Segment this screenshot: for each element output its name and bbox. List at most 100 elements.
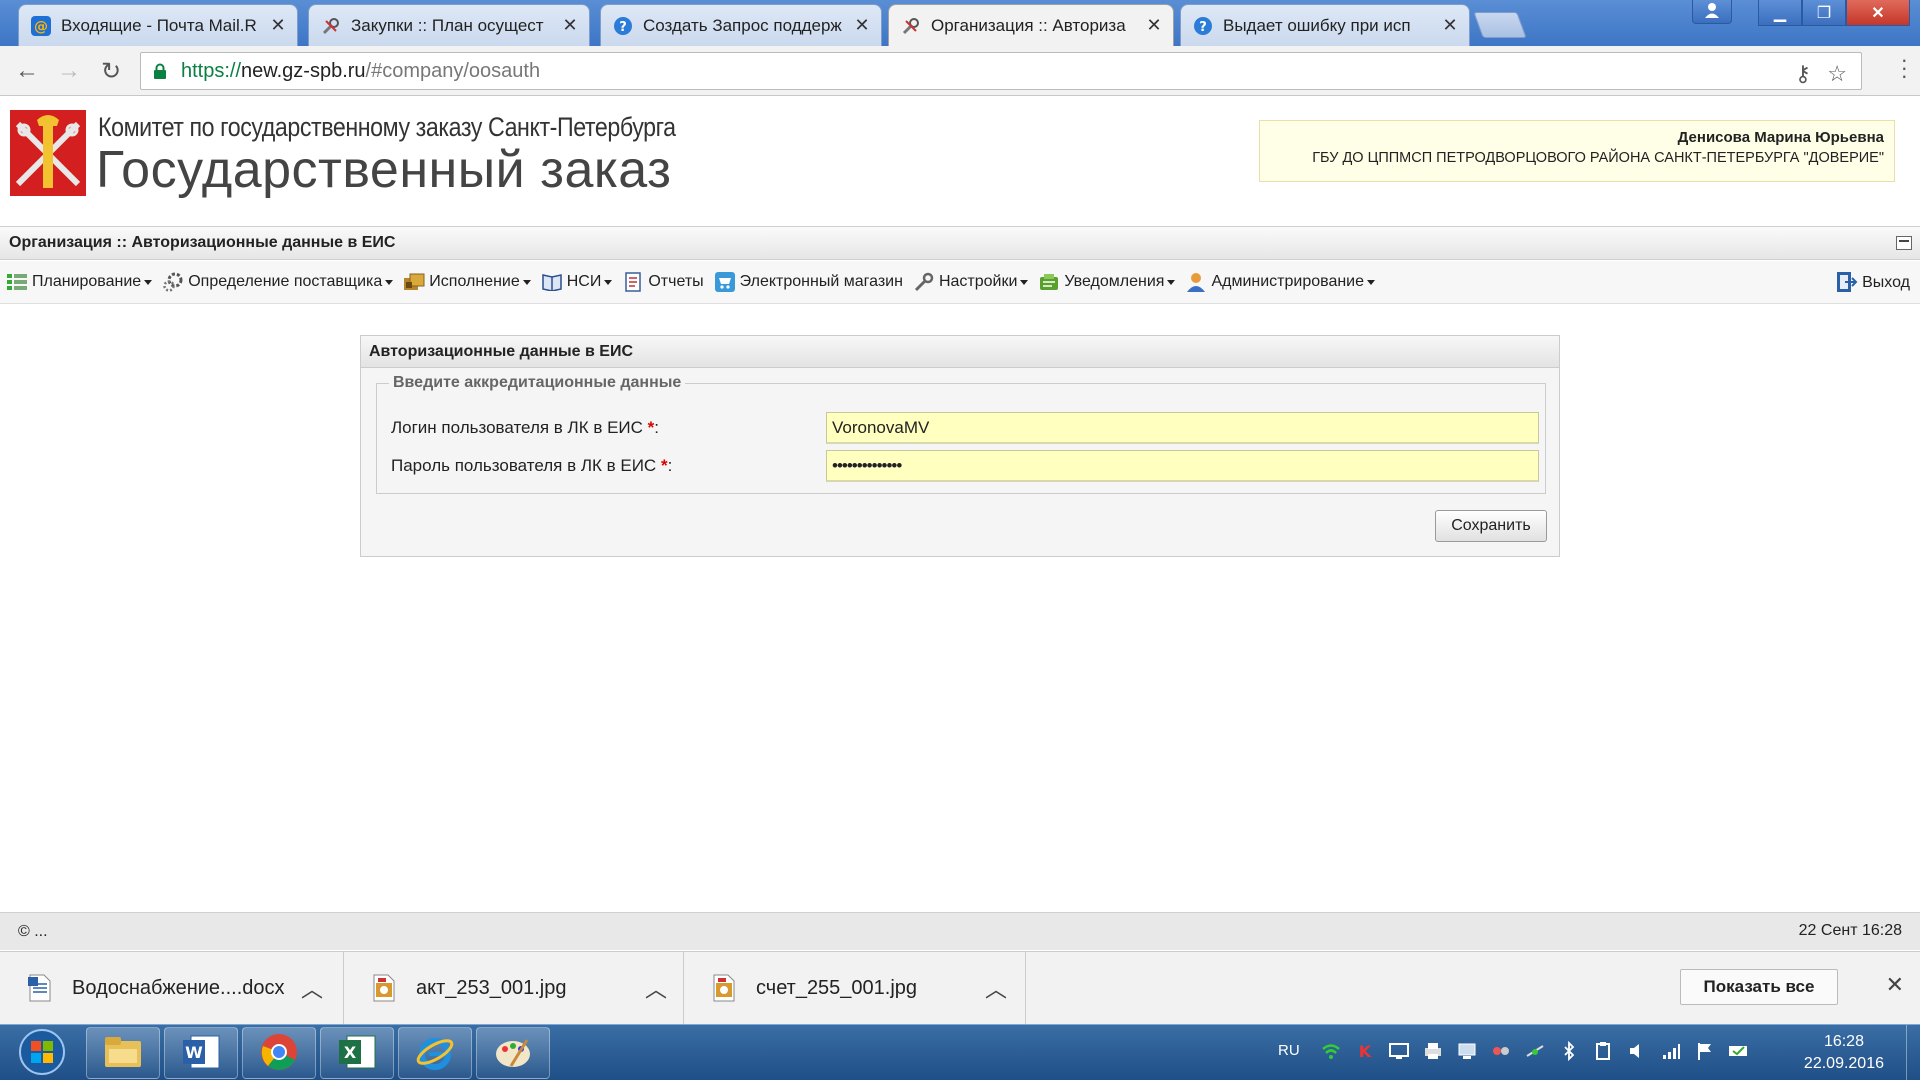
- file-explorer-icon: [103, 1035, 143, 1072]
- taskbar-chrome[interactable]: [242, 1027, 316, 1079]
- maximize-icon[interactable]: ❐: [1802, 0, 1846, 26]
- site-title: Государственный заказ: [96, 141, 672, 199]
- page-footer: © ... 22 Сент 16:28: [0, 912, 1920, 950]
- clock-time: 16:28: [1823, 1033, 1864, 1050]
- star-icon[interactable]: ☆: [1827, 61, 1847, 87]
- tab-close-icon[interactable]: ✕: [269, 15, 287, 36]
- footer-datetime: 22 Сент 16:28: [1798, 922, 1902, 939]
- new-tab-button[interactable]: [1473, 12, 1527, 38]
- browser-tab-support[interactable]: ? Создать Запрос поддерж ✕: [600, 4, 882, 46]
- windows-taskbar: W X RU K 16:28 22.09.2016: [0, 1024, 1920, 1081]
- page-breadcrumb: Организация :: Авторизационные данные в …: [0, 226, 1920, 260]
- menu-planning[interactable]: Планирование: [6, 271, 153, 293]
- show-desktop-button[interactable]: [1906, 1025, 1920, 1081]
- report-icon: [622, 271, 644, 293]
- required-mark: *: [647, 418, 655, 437]
- clock-date: 22.09.2016: [1803, 1055, 1884, 1072]
- browser-tab-organization[interactable]: Организация :: Авториза ✕: [888, 4, 1174, 46]
- menu-e-shop[interactable]: Электронный магазин: [714, 271, 903, 293]
- menu-administration[interactable]: Администрирование: [1185, 271, 1376, 293]
- logout-link[interactable]: Выход: [1836, 271, 1910, 295]
- address-bar[interactable]: https://new.gz-spb.ru/#company/oosauth ⚷…: [140, 52, 1862, 90]
- chevron-up-icon[interactable]: ︿: [976, 972, 1016, 1004]
- taskbar-word[interactable]: W: [164, 1027, 238, 1079]
- chevron-up-icon[interactable]: ︿: [636, 972, 676, 1004]
- start-button[interactable]: [6, 1026, 78, 1080]
- flag-icon[interactable]: [1694, 1039, 1716, 1063]
- menu-notifications[interactable]: Уведомления: [1038, 271, 1176, 293]
- download-filename: Водоснабжение....docx: [72, 976, 285, 999]
- printer-icon[interactable]: [1422, 1039, 1444, 1063]
- svg-text:?: ?: [1199, 20, 1207, 35]
- taskbar-ie[interactable]: [398, 1027, 472, 1079]
- download-item[interactable]: счет_255_001.jpg ︿: [684, 952, 1026, 1024]
- mail-at-icon: @: [31, 15, 51, 36]
- download-item[interactable]: Водоснабжение....docx ︿: [0, 952, 344, 1024]
- notifications-icon: [1038, 271, 1060, 293]
- language-indicator[interactable]: RU: [1278, 1042, 1300, 1059]
- window-close-icon[interactable]: ✕: [1846, 0, 1910, 26]
- key-icon[interactable]: ⚷: [1795, 61, 1811, 87]
- tab-close-icon[interactable]: ✕: [853, 15, 871, 36]
- menu-settings[interactable]: Настройки: [913, 271, 1029, 293]
- display-icon[interactable]: [1388, 1039, 1410, 1063]
- volume-icon[interactable]: [1626, 1039, 1648, 1063]
- browser-tab-mail[interactable]: @ Входящие - Почта Mail.R ✕: [18, 4, 298, 46]
- download-item[interactable]: акт_253_001.jpg ︿: [344, 952, 684, 1024]
- reload-icon[interactable]: ↻: [96, 56, 126, 86]
- app-tray-icon[interactable]: [1490, 1039, 1512, 1063]
- network-icon[interactable]: [1524, 1039, 1546, 1063]
- menu-reports[interactable]: Отчеты: [622, 271, 704, 293]
- tab-close-icon[interactable]: ✕: [1441, 15, 1459, 36]
- bluetooth-icon[interactable]: [1558, 1039, 1580, 1063]
- menu-nsi[interactable]: НСИ: [541, 271, 613, 293]
- login-input[interactable]: [826, 412, 1539, 444]
- chevron-up-icon[interactable]: ︿: [292, 972, 332, 1004]
- save-button[interactable]: Сохранить: [1435, 510, 1547, 542]
- docx-file-icon: [28, 974, 52, 1002]
- wifi-icon[interactable]: [1320, 1039, 1342, 1063]
- menu-execution[interactable]: Исполнение: [403, 271, 531, 293]
- url-text: https://new.gz-spb.ru/#company/oosauth: [181, 59, 541, 82]
- password-row: Пароль пользователя в ЛК в ЕИС *:: [391, 450, 1539, 482]
- device-icon[interactable]: [1592, 1039, 1614, 1063]
- org-title: Комитет по государственному заказу Санкт…: [98, 112, 676, 142]
- taskbar-explorer[interactable]: [86, 1027, 160, 1079]
- system-clock[interactable]: 16:28 22.09.2016: [1804, 1031, 1884, 1075]
- browser-menu-icon[interactable]: · · ·: [1901, 49, 1908, 87]
- credentials-fieldset: Введите аккредитационные данные Логин по…: [376, 374, 1546, 494]
- show-all-downloads-button[interactable]: Показать все: [1680, 969, 1838, 1005]
- forward-arrow-icon[interactable]: →: [54, 56, 84, 86]
- password-input[interactable]: [826, 450, 1539, 482]
- exit-icon: [1836, 271, 1860, 295]
- collapse-icon[interactable]: [1896, 236, 1912, 250]
- browser-tab-error[interactable]: ? Выдает ошибку при исп ✕: [1180, 4, 1470, 46]
- user-name: Денисова Марина Юрьевна: [1677, 129, 1884, 146]
- close-icon[interactable]: ✕: [1886, 972, 1904, 998]
- main-menu: Планирование Определение поставщика Испо…: [0, 261, 1920, 304]
- profile-button[interactable]: [1692, 0, 1732, 24]
- download-shelf: Водоснабжение....docx ︿ акт_253_001.jpg …: [0, 951, 1920, 1024]
- spb-coat-of-arms-logo: [10, 110, 86, 196]
- power-icon[interactable]: [1728, 1039, 1750, 1063]
- system-tray: K: [1320, 1039, 1750, 1063]
- taskbar-excel[interactable]: X: [320, 1027, 394, 1079]
- lock-icon: [153, 63, 167, 79]
- login-row: Логин пользователя в ЛК в ЕИС *:: [391, 412, 1539, 444]
- help-icon: ?: [1193, 16, 1213, 36]
- chrome-icon: [259, 1032, 299, 1075]
- antivirus-icon[interactable]: K: [1354, 1039, 1376, 1063]
- signal-icon[interactable]: [1660, 1039, 1682, 1063]
- menu-supplier-selection[interactable]: Определение поставщика: [162, 271, 394, 293]
- wrench-icon: [913, 271, 935, 293]
- browser-tab-purchases[interactable]: Закупки :: План осущест ✕: [308, 4, 590, 46]
- tab-close-icon[interactable]: ✕: [561, 15, 579, 36]
- back-arrow-icon[interactable]: ←: [12, 56, 42, 86]
- monitor-icon[interactable]: [1456, 1039, 1478, 1063]
- svg-text:K: K: [1359, 1042, 1372, 1061]
- minimize-icon[interactable]: ▁: [1758, 0, 1802, 26]
- book-icon: [541, 271, 563, 293]
- taskbar-paint[interactable]: [476, 1027, 550, 1079]
- browser-toolbar: ← → ↻ https://new.gz-spb.ru/#company/oos…: [0, 46, 1920, 96]
- tab-close-icon[interactable]: ✕: [1145, 15, 1163, 36]
